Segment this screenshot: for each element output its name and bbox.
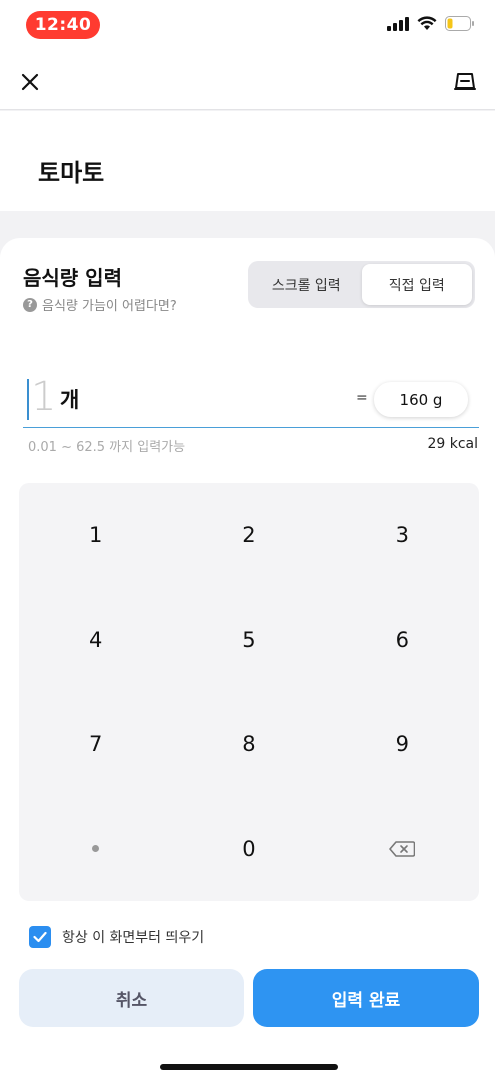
key-1[interactable]: 1 xyxy=(19,483,172,588)
top-bar xyxy=(0,54,495,110)
tab-direct-input[interactable]: 직접 입력 xyxy=(361,264,472,305)
key-0[interactable]: 0 xyxy=(172,797,325,902)
key-decimal[interactable] xyxy=(19,797,172,902)
close-button[interactable] xyxy=(14,66,46,98)
amount-input-sheet: 음식량 입력 ? 음식량 가늠이 어렵다면? 스크롤 입력 직접 입력 1 개 … xyxy=(0,238,495,1079)
scale-button[interactable] xyxy=(449,66,481,98)
title-area: 토마토 xyxy=(0,111,495,211)
key-3[interactable]: 3 xyxy=(326,483,479,588)
tab-scroll-input[interactable]: 스크롤 입력 xyxy=(251,264,362,305)
done-button[interactable]: 입력 완료 xyxy=(253,969,479,1027)
wifi-icon xyxy=(417,16,437,30)
cancel-button[interactable]: 취소 xyxy=(19,969,244,1027)
battery-icon xyxy=(445,16,474,31)
quantity-placeholder: 1 xyxy=(31,374,57,420)
always-show-label: 항상 이 화면부터 띄우기 xyxy=(62,930,205,946)
cellular-signal-icon xyxy=(387,16,409,31)
food-title: 토마토 xyxy=(38,159,105,187)
key-5[interactable]: 5 xyxy=(172,588,325,693)
close-icon xyxy=(21,73,39,91)
text-caret xyxy=(27,379,29,420)
input-mode-toggle: 스크롤 입력 직접 입력 xyxy=(248,261,475,308)
always-show-checkbox[interactable] xyxy=(29,926,51,948)
range-hint: 0.01 ~ 62.5 까지 입력가능 xyxy=(28,440,186,455)
status-icons xyxy=(387,16,475,31)
equals-sign: = xyxy=(356,390,368,406)
help-text: 음식량 가늠이 어렵다면? xyxy=(42,299,177,314)
home-indicator xyxy=(160,1064,338,1070)
key-backspace[interactable] xyxy=(326,797,479,902)
status-bar: 12:40 xyxy=(0,0,495,54)
checkmark-icon xyxy=(33,931,47,943)
quantity-input[interactable]: 1 개 = 160 g xyxy=(23,374,479,428)
section-title: 음식량 입력 xyxy=(23,266,122,290)
scale-icon xyxy=(454,73,476,90)
key-8[interactable]: 8 xyxy=(172,692,325,797)
question-icon: ? xyxy=(23,297,37,312)
key-9[interactable]: 9 xyxy=(326,692,479,797)
kcal-value: 29 kcal xyxy=(427,436,478,452)
unit-label: 개 xyxy=(60,388,80,412)
backspace-icon xyxy=(389,840,416,857)
decimal-dot-icon xyxy=(92,845,100,853)
number-keypad: 1 2 3 4 5 6 7 8 9 0 xyxy=(19,483,479,901)
always-show-option[interactable]: 항상 이 화면부터 띄우기 xyxy=(29,926,204,948)
key-4[interactable]: 4 xyxy=(19,588,172,693)
key-7[interactable]: 7 xyxy=(19,692,172,797)
grams-value[interactable]: 160 g xyxy=(374,382,468,417)
key-6[interactable]: 6 xyxy=(326,588,479,693)
help-link[interactable]: ? 음식량 가늠이 어렵다면? xyxy=(23,295,177,314)
status-time: 12:40 xyxy=(26,11,100,39)
key-2[interactable]: 2 xyxy=(172,483,325,588)
